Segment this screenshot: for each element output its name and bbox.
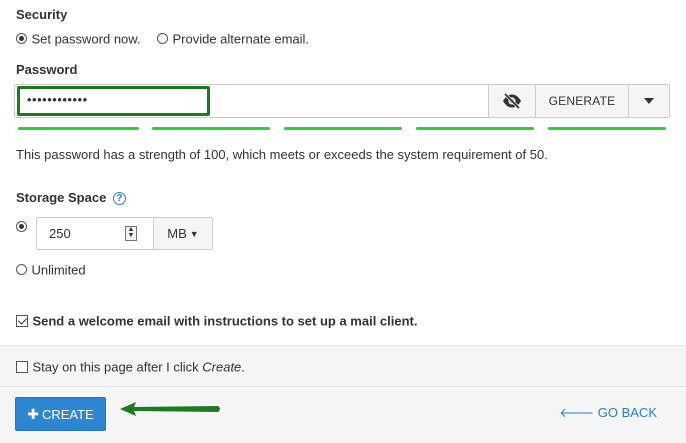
quota-stepper-icon[interactable]: ▲ ▼ xyxy=(125,226,137,241)
toggle-visibility-button[interactable] xyxy=(488,85,535,117)
arrow-left-annotation-icon xyxy=(120,402,220,416)
strength-segment xyxy=(152,127,270,130)
stay-on-page-label: Stay on this page after I click Create. xyxy=(32,359,244,374)
unlimited-radio[interactable] xyxy=(16,264,27,276)
email-account-form: Security Set password now. Provide alter… xyxy=(0,0,686,443)
strength-segment xyxy=(284,127,402,130)
storage-unit-dropdown[interactable]: MB ▼ xyxy=(154,217,213,250)
password-strength-text: This password has a strength of 100, whi… xyxy=(16,147,548,162)
security-options: Set password now. Provide alternate emai… xyxy=(16,30,321,48)
plus-icon: ✚ xyxy=(27,405,39,422)
strength-segment xyxy=(548,127,666,130)
alternate-email-radio[interactable] xyxy=(157,33,169,45)
welcome-email-label: Send a welcome email with instructions t… xyxy=(32,313,418,329)
stay-on-page-checkbox[interactable] xyxy=(16,360,28,373)
caret-down-icon xyxy=(644,98,654,104)
alternate-email-option[interactable]: Provide alternate email. xyxy=(157,30,309,47)
stay-on-page-emphasis: Create xyxy=(202,359,242,375)
storage-value-radio[interactable] xyxy=(16,221,27,232)
welcome-email-checkbox[interactable] xyxy=(16,314,28,327)
stay-on-page-option[interactable]: Stay on this page after I click Create. xyxy=(16,358,245,376)
storage-input-group: 250 ▲ ▼ MB ▼ xyxy=(36,217,213,250)
unlimited-label: Unlimited xyxy=(31,262,86,278)
create-button-label: CREATE xyxy=(41,406,94,422)
generate-options-button[interactable] xyxy=(628,85,669,117)
create-button[interactable]: ✚ CREATE xyxy=(15,397,106,431)
set-password-radio[interactable] xyxy=(16,33,27,45)
eye-slash-icon xyxy=(503,93,521,109)
storage-heading-label: Storage Space xyxy=(16,190,107,205)
arrow-left-icon: 🡐 xyxy=(559,405,595,420)
storage-quota-value: 250 xyxy=(49,226,71,241)
storage-unit-label: MB xyxy=(167,226,187,241)
password-field[interactable]: •••••••••••• xyxy=(15,85,488,117)
welcome-email-option[interactable]: Send a welcome email with instructions t… xyxy=(16,312,418,330)
caret-down-icon: ▼ xyxy=(189,228,199,239)
question-circle-icon[interactable]: ? xyxy=(112,192,126,205)
go-back-label: GO BACK xyxy=(597,405,657,420)
set-password-label: Set password now. xyxy=(31,31,141,47)
unlimited-option[interactable]: Unlimited xyxy=(16,261,86,279)
form-footer: Stay on this page after I click Create. … xyxy=(0,345,686,443)
password-heading: Password xyxy=(16,62,78,77)
security-heading: Security xyxy=(16,7,68,22)
generate-button[interactable]: GENERATE xyxy=(535,85,628,117)
password-input-group: •••••••••••• GENERATE xyxy=(14,84,670,118)
stay-on-page-suffix: . xyxy=(241,359,245,375)
set-password-option[interactable]: Set password now. xyxy=(16,30,145,47)
go-back-link[interactable]: 🡐 GO BACK xyxy=(559,405,657,421)
storage-quota-input[interactable]: 250 ▲ ▼ xyxy=(36,217,154,250)
storage-heading: Storage Space ? xyxy=(16,190,126,205)
alternate-email-label: Provide alternate email. xyxy=(172,31,310,47)
password-masked-value: •••••••••••• xyxy=(27,92,88,107)
strength-segment xyxy=(416,127,534,130)
stay-on-page-prefix: Stay on this page after I click xyxy=(32,359,203,375)
password-strength-meter xyxy=(18,127,666,131)
strength-segment xyxy=(18,127,139,130)
footer-divider xyxy=(0,386,686,387)
